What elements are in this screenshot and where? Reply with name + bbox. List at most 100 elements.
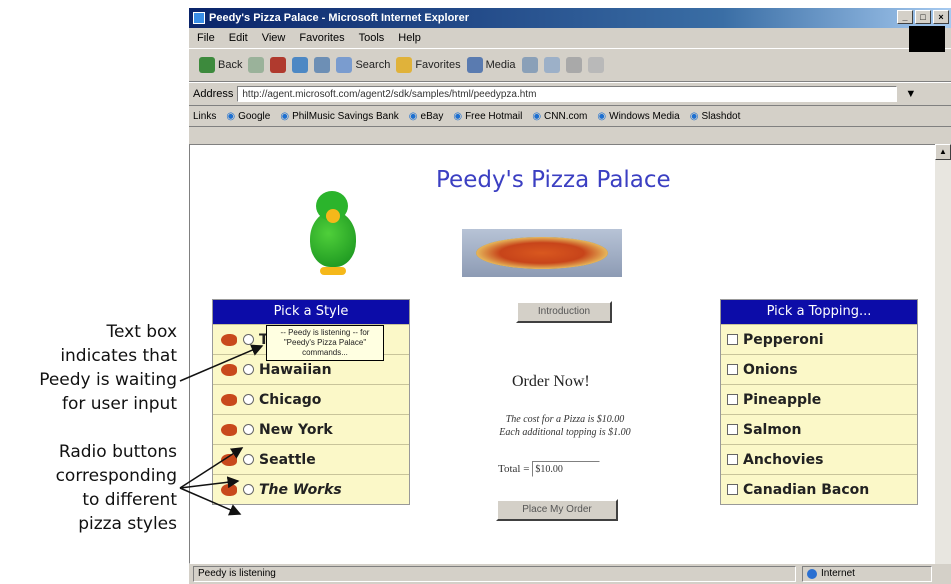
topping-option[interactable]: Onions xyxy=(721,354,917,384)
back-arrow-icon xyxy=(199,57,215,73)
introduction-button[interactable]: Introduction xyxy=(516,301,612,323)
topping-panel: Pick a Topping... Pepperoni Onions Pinea… xyxy=(720,299,918,505)
stop-icon xyxy=(270,57,287,73)
links-bar: Links Google PhilMusic Savings Bank eBay… xyxy=(189,106,951,127)
radio-buttons-annotation: Radio buttons corresponding to different… xyxy=(56,440,177,536)
menu-favorites[interactable]: Favorites xyxy=(299,32,344,44)
annotation-line: Radio buttons xyxy=(58,442,177,462)
menu-tools[interactable]: Tools xyxy=(359,32,385,44)
topping-checkbox[interactable] xyxy=(727,364,738,375)
style-option[interactable]: Chicago xyxy=(213,384,409,414)
window-title: Peedy's Pizza Palace - Microsoft Interne… xyxy=(209,12,469,24)
back-button[interactable]: Back xyxy=(199,57,242,73)
vertical-scrollbar[interactable]: ▲ xyxy=(935,144,951,564)
style-option[interactable]: The Works xyxy=(213,474,409,504)
total-field[interactable]: $10.00 xyxy=(532,461,601,477)
order-now-heading: Order Now! xyxy=(512,373,590,390)
media-icon xyxy=(466,57,483,73)
topping-checkbox[interactable] xyxy=(727,484,738,495)
print-button[interactable] xyxy=(565,57,582,73)
maximize-button[interactable]: □ xyxy=(915,10,931,24)
home-icon xyxy=(314,57,331,73)
topping-option[interactable]: Anchovies xyxy=(721,444,917,474)
refresh-icon xyxy=(292,57,309,73)
topping-option[interactable]: Canadian Bacon xyxy=(721,474,917,504)
style-label: The Works xyxy=(259,481,342,498)
menu-help[interactable]: Help xyxy=(398,32,421,44)
style-radio[interactable] xyxy=(243,364,254,375)
history-button[interactable] xyxy=(521,57,538,73)
style-radio[interactable] xyxy=(243,454,254,465)
link-hotmail[interactable]: Free Hotmail xyxy=(453,111,522,122)
mail-icon xyxy=(543,57,560,73)
pepper-icon xyxy=(221,423,237,436)
style-label: Hawaiian xyxy=(259,361,332,378)
style-label: Seattle xyxy=(259,451,316,468)
favorites-icon xyxy=(396,57,413,73)
link-windows-media[interactable]: Windows Media xyxy=(597,111,680,122)
cost-description: The cost for a Pizza is $10.00 Each addi… xyxy=(470,413,660,439)
windows-logo xyxy=(909,26,945,52)
history-icon xyxy=(521,57,538,73)
forward-button[interactable] xyxy=(248,57,265,73)
menu-bar: File Edit View Favorites Tools Help xyxy=(189,26,951,52)
close-button[interactable]: × xyxy=(933,10,949,24)
browser-window: Peedy's Pizza Palace - Microsoft Interne… xyxy=(188,8,951,584)
total-label: Total = xyxy=(498,463,530,475)
topping-checkbox[interactable] xyxy=(727,394,738,405)
mail-button[interactable] xyxy=(543,57,560,73)
style-label: New York xyxy=(259,421,333,438)
favorites-label: Favorites xyxy=(415,59,461,71)
place-order-button[interactable]: Place My Order xyxy=(496,499,618,521)
pepper-icon xyxy=(221,453,237,466)
style-radio[interactable] xyxy=(243,484,254,495)
listening-tooltip: -- Peedy is listening -- for "Peedy's Pi… xyxy=(266,325,384,361)
search-icon xyxy=(336,57,353,73)
security-zone: Internet xyxy=(802,566,932,582)
style-radio[interactable] xyxy=(243,394,254,405)
style-option[interactable]: New York xyxy=(213,414,409,444)
forward-arrow-icon xyxy=(248,57,265,73)
style-radio[interactable] xyxy=(243,424,254,435)
pepper-icon xyxy=(221,393,237,406)
link-ebay[interactable]: eBay xyxy=(409,111,444,122)
favorites-button[interactable]: Favorites xyxy=(396,57,461,73)
topping-checkbox[interactable] xyxy=(727,424,738,435)
print-icon xyxy=(565,57,582,73)
style-label: Chicago xyxy=(259,391,322,408)
topping-checkbox[interactable] xyxy=(727,454,738,465)
link-bank[interactable]: PhilMusic Savings Bank xyxy=(280,111,399,122)
edit-button[interactable] xyxy=(587,57,604,73)
topping-option[interactable]: Pineapple xyxy=(721,384,917,414)
stop-button[interactable] xyxy=(270,57,287,73)
text-box-annotation: Text box indicates that Peedy is waiting… xyxy=(39,320,177,416)
search-button[interactable]: Search xyxy=(336,57,390,73)
address-bar: Address http://agent.microsoft.com/agent… xyxy=(189,82,951,106)
address-input[interactable]: http://agent.microsoft.com/agent2/sdk/sa… xyxy=(237,86,898,102)
pepper-icon xyxy=(221,333,237,346)
link-slashdot[interactable]: Slashdot xyxy=(690,111,740,122)
menu-file[interactable]: File xyxy=(197,32,215,44)
peedy-parrot[interactable] xyxy=(302,189,364,279)
annotation-line: for user input xyxy=(62,394,177,414)
style-radio[interactable] xyxy=(243,334,254,345)
style-option[interactable]: Seattle xyxy=(213,444,409,474)
scroll-up-icon[interactable]: ▲ xyxy=(935,144,951,160)
refresh-button[interactable] xyxy=(292,57,309,73)
topping-label: Pineapple xyxy=(743,391,822,408)
minimize-button[interactable]: _ xyxy=(897,10,913,24)
back-label: Back xyxy=(218,59,243,71)
menu-edit[interactable]: Edit xyxy=(229,32,248,44)
home-button[interactable] xyxy=(314,57,331,73)
media-button[interactable]: Media xyxy=(466,57,516,73)
go-button[interactable]: ▼ xyxy=(905,88,916,100)
annotation-line: Peedy is waiting xyxy=(39,370,177,390)
topping-option[interactable]: Pepperoni xyxy=(721,324,917,354)
topping-option[interactable]: Salmon xyxy=(721,414,917,444)
total-row: Total = $10.00 xyxy=(498,461,601,477)
link-google[interactable]: Google xyxy=(226,111,270,122)
menu-view[interactable]: View xyxy=(262,32,286,44)
search-label: Search xyxy=(355,59,391,71)
link-cnn[interactable]: CNN.com xyxy=(532,111,587,122)
topping-checkbox[interactable] xyxy=(727,334,738,345)
